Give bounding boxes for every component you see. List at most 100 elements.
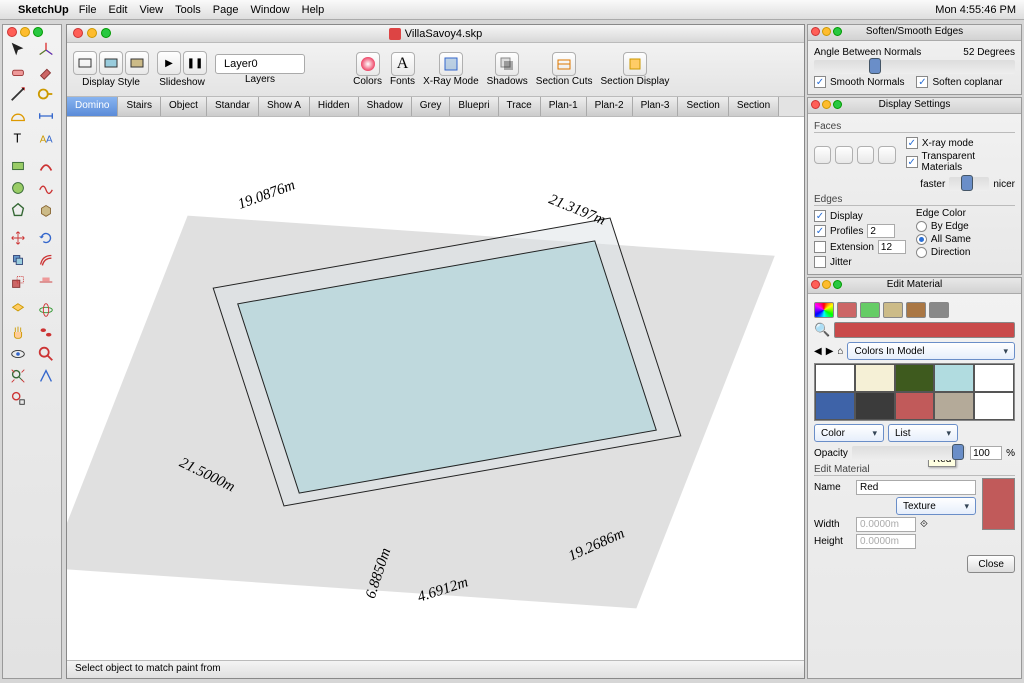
tape-tool[interactable] (32, 83, 60, 105)
close-button[interactable]: Close (967, 555, 1015, 573)
section-display-button[interactable] (623, 52, 647, 76)
color-swatch[interactable] (934, 392, 974, 420)
color-swatch[interactable] (815, 392, 855, 420)
xray-button[interactable] (439, 52, 463, 76)
text-tool[interactable]: T (4, 127, 32, 149)
swatch-icon[interactable] (860, 302, 880, 318)
shadows-button[interactable] (495, 52, 519, 76)
face-mode-3[interactable] (857, 146, 874, 164)
all-same-radio[interactable] (916, 234, 927, 245)
opacity-input[interactable] (970, 446, 1002, 460)
scene-tab[interactable]: Shadow (359, 97, 412, 116)
push-tool[interactable] (32, 199, 60, 221)
axes-tool[interactable] (32, 39, 60, 61)
menu-page[interactable]: Page (213, 4, 239, 16)
zoom-extents-tool[interactable] (4, 365, 32, 387)
by-edge-radio[interactable] (916, 221, 927, 232)
jitter-checkbox[interactable] (814, 256, 826, 268)
current-color-preview[interactable] (834, 322, 1015, 338)
line-tool[interactable] (4, 83, 32, 105)
eyedropper-icon[interactable] (929, 302, 949, 318)
section-cuts-button[interactable] (552, 52, 576, 76)
menu-tools[interactable]: Tools (175, 4, 201, 16)
angle-slider[interactable] (814, 60, 1015, 74)
circle-tool[interactable] (4, 177, 32, 199)
move-tool[interactable] (4, 227, 32, 249)
color-mode-select[interactable]: Color▾ (814, 424, 884, 442)
lookaround-tool[interactable] (4, 343, 32, 365)
texture-select[interactable]: Texture▾ (896, 497, 976, 515)
transparent-checkbox[interactable] (906, 156, 918, 168)
scene-tab[interactable]: Trace (499, 97, 541, 116)
play-button[interactable]: ▶ (157, 51, 181, 75)
face-mode-2[interactable] (835, 146, 852, 164)
zoom-window-tool[interactable] (4, 387, 32, 409)
scene-tab[interactable]: Domino (67, 97, 118, 116)
list-mode-select[interactable]: List▾ (888, 424, 958, 442)
face-mode-1[interactable] (814, 146, 831, 164)
smooth-normals-checkbox[interactable] (814, 76, 826, 88)
3dtext-tool[interactable]: AA (32, 127, 60, 149)
menu-window[interactable]: Window (251, 4, 290, 16)
polygon-tool[interactable] (4, 199, 32, 221)
section-tool[interactable] (4, 299, 32, 321)
color-swatch[interactable] (974, 364, 1014, 392)
color-swatch[interactable] (974, 392, 1014, 420)
xray-mode-checkbox[interactable] (906, 137, 918, 149)
menu-file[interactable]: File (79, 4, 97, 16)
color-swatch[interactable] (934, 364, 974, 392)
nav-back-icon[interactable]: ◀ (814, 346, 822, 357)
color-swatch[interactable] (815, 364, 855, 392)
brick-icon[interactable] (883, 302, 903, 318)
pause-button[interactable]: ❚❚ (183, 51, 207, 75)
scene-tab[interactable]: Hidden (310, 97, 359, 116)
scene-tab[interactable]: Standar (207, 97, 259, 116)
color-swatch[interactable] (855, 392, 895, 420)
scene-tab[interactable]: Object (161, 97, 207, 116)
color-swatch-selected[interactable] (895, 392, 935, 420)
3d-viewport[interactable]: 19.0876m 21.3197m 21.5000m 6.8850m 4.691… (67, 117, 804, 660)
profiles-checkbox[interactable] (814, 225, 826, 237)
protractor-tool[interactable] (4, 105, 32, 127)
align-tool[interactable] (32, 271, 60, 293)
freehand-tool[interactable] (32, 177, 60, 199)
nav-fwd-icon[interactable]: ▶ (826, 346, 834, 357)
eraser-tool[interactable] (4, 61, 32, 83)
walk-tool[interactable] (32, 321, 60, 343)
style-shaded[interactable] (99, 51, 123, 75)
opacity-slider[interactable] (852, 446, 966, 460)
style-textured[interactable] (125, 51, 149, 75)
scene-tab[interactable]: Stairs (118, 97, 161, 116)
rotate-tool[interactable] (32, 227, 60, 249)
color-wheel-icon[interactable] (814, 302, 834, 318)
follow-tool[interactable] (4, 249, 32, 271)
orbit-tool[interactable] (32, 299, 60, 321)
scene-tab[interactable]: Plan-3 (633, 97, 679, 116)
color-swatch[interactable] (895, 364, 935, 392)
material-name-input[interactable] (856, 480, 976, 495)
fonts-button[interactable]: A (391, 52, 415, 76)
colors-button[interactable] (356, 52, 380, 76)
position-tool[interactable] (32, 365, 60, 387)
scene-tab[interactable]: Plan-2 (587, 97, 633, 116)
link-icon[interactable]: ⟐ (920, 519, 928, 530)
swatch-icon[interactable] (837, 302, 857, 318)
palette-window-controls[interactable] (7, 27, 43, 37)
profiles-input[interactable] (867, 224, 895, 238)
pan-tool[interactable] (4, 321, 32, 343)
scale-tool[interactable] (4, 271, 32, 293)
soften-coplanar-checkbox[interactable] (916, 76, 928, 88)
menu-help[interactable]: Help (302, 4, 325, 16)
scene-tab[interactable]: Show A (259, 97, 310, 116)
extension-checkbox[interactable] (814, 241, 826, 253)
arc-tool[interactable] (32, 155, 60, 177)
paint-tool[interactable] (32, 61, 60, 83)
menu-view[interactable]: View (139, 4, 163, 16)
app-name[interactable]: SketchUp (18, 4, 69, 16)
quality-slider[interactable] (949, 177, 989, 191)
select-tool[interactable] (4, 39, 32, 61)
scene-tab[interactable]: Bluepri (450, 97, 498, 116)
color-swatch[interactable] (855, 364, 895, 392)
rectangle-tool[interactable] (4, 155, 32, 177)
offset-tool[interactable] (32, 249, 60, 271)
